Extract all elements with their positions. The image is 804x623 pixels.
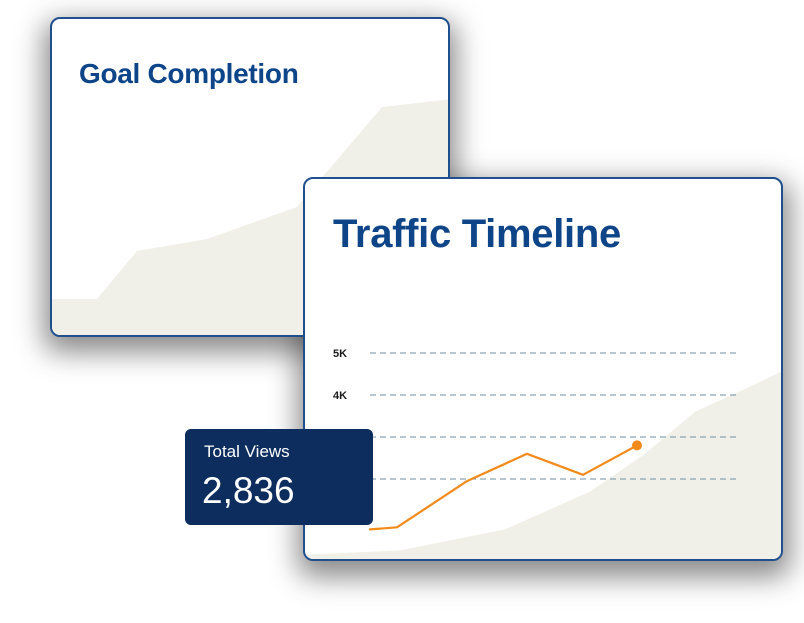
total-views-value: 2,836	[202, 470, 295, 511]
total-views-box: Total Views 2,836	[185, 429, 373, 525]
y-tick-label-5k: 5K	[333, 348, 347, 360]
traffic-timeline-title: Traffic Timeline	[333, 212, 621, 256]
goal-completion-title: Goal Completion	[79, 58, 299, 89]
traffic-area	[305, 371, 781, 559]
traffic-timeline-card: 5K4K3K2K Traffic Timeline	[303, 177, 783, 561]
traffic-highlight-point	[632, 440, 642, 451]
y-tick-label-4k: 4K	[333, 390, 347, 402]
total-views-label: Total Views	[204, 442, 290, 461]
